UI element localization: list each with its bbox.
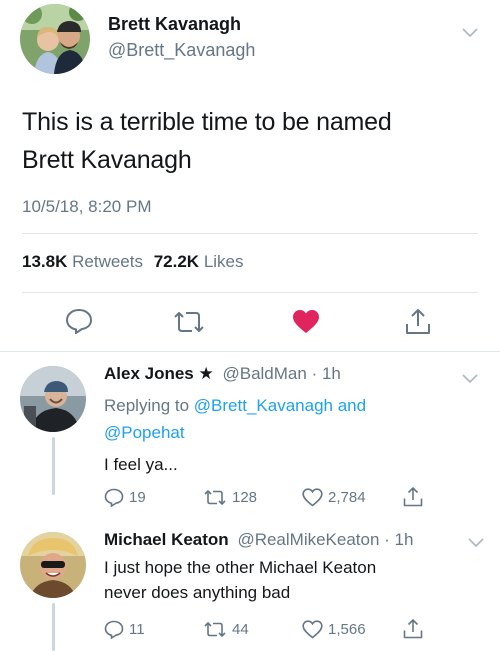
display-name[interactable]: Brett Kavanagh xyxy=(108,14,241,35)
avatar-alex-jones[interactable] xyxy=(20,366,86,432)
avatar-michael-keaton[interactable] xyxy=(20,532,86,598)
reply-display-name[interactable]: Michael Keaton xyxy=(104,530,229,549)
reply-header: Michael Keaton @RealMikeKeaton · 1h xyxy=(104,530,413,550)
handle[interactable]: @Brett_Kavanagh xyxy=(108,40,255,61)
retweets-count[interactable]: 13.8K xyxy=(22,252,67,271)
reply-icon xyxy=(104,620,124,639)
reply-count: 19 xyxy=(129,489,146,506)
retweet-icon xyxy=(204,490,226,505)
heart-icon xyxy=(302,488,323,507)
replying-prefix: Replying to xyxy=(104,396,190,415)
reply-display-name[interactable]: Alex Jones ★ xyxy=(104,364,214,383)
reply-handle[interactable]: @RealMikeKeaton xyxy=(237,530,379,549)
reply-button[interactable] xyxy=(65,308,93,334)
heart-icon xyxy=(293,310,319,333)
retweet-button[interactable] xyxy=(172,310,206,334)
reply-time: · 1h xyxy=(384,530,414,549)
reply-text-line-2: never does anything bad xyxy=(104,583,291,602)
reply-time: · 1h xyxy=(311,364,341,383)
like-count: 2,784 xyxy=(328,489,366,506)
reply-action-like[interactable]: 2,784 xyxy=(302,488,366,507)
share-icon xyxy=(406,309,430,334)
reply-action-reply[interactable]: 19 xyxy=(104,488,146,507)
reply-action-retweet[interactable]: 44 xyxy=(203,621,249,638)
reply-action-retweet[interactable]: 128 xyxy=(203,489,257,506)
reply-text-line-1: I just hope the other Michael Keaton xyxy=(104,558,377,577)
divider xyxy=(22,233,478,234)
reply-count: 11 xyxy=(129,621,145,638)
replying-and: and xyxy=(337,396,367,415)
retweet-count: 128 xyxy=(232,489,258,506)
thread-line xyxy=(52,603,55,651)
retweet-count: 44 xyxy=(232,621,249,638)
retweet-icon xyxy=(174,312,204,332)
replying-user-link[interactable]: @Brett_Kavanagh xyxy=(194,396,333,415)
replying-user-link[interactable]: @Popehat xyxy=(104,423,185,442)
retweet-icon xyxy=(204,622,226,637)
chevron-down-icon[interactable] xyxy=(462,28,478,38)
divider xyxy=(0,351,500,352)
divider xyxy=(22,292,478,293)
share-icon xyxy=(403,619,423,639)
retweets-label[interactable]: Retweets xyxy=(72,252,143,271)
chevron-down-icon[interactable] xyxy=(462,374,478,384)
tweet-text-line-2: Brett Kavanagh xyxy=(22,146,192,174)
thread-line xyxy=(52,437,55,495)
reply-action-share[interactable] xyxy=(403,486,423,507)
tweet-timestamp: 10/5/18, 8:20 PM xyxy=(22,197,152,216)
reply-text: I feel ya... xyxy=(104,455,178,474)
tweet-text-line-1: This is a terrible time to be named xyxy=(22,108,392,136)
like-count: 1,566 xyxy=(328,621,366,638)
like-button[interactable] xyxy=(292,309,320,335)
reply-icon xyxy=(104,488,124,507)
reply-action-reply[interactable]: 11 xyxy=(104,620,145,639)
heart-icon xyxy=(302,620,323,639)
reply-header: Alex Jones ★ @BaldMan · 1h xyxy=(104,364,341,384)
reply-action-like[interactable]: 1,566 xyxy=(302,620,366,639)
tweet-stats: 13.8K Retweets 72.2K Likes xyxy=(22,252,244,272)
likes-count[interactable]: 72.2K xyxy=(154,252,199,271)
likes-label[interactable]: Likes xyxy=(204,252,244,271)
reply-icon xyxy=(65,308,93,334)
share-button[interactable] xyxy=(405,307,431,335)
reply-handle[interactable]: @BaldMan xyxy=(222,364,306,383)
chevron-down-icon[interactable] xyxy=(468,538,484,548)
reply-action-share[interactable] xyxy=(403,618,423,639)
replying-to: Replying to @Brett_Kavanagh and @Popehat xyxy=(104,392,434,446)
share-icon xyxy=(403,487,423,507)
avatar-brett-kavanagh[interactable] xyxy=(20,4,90,74)
